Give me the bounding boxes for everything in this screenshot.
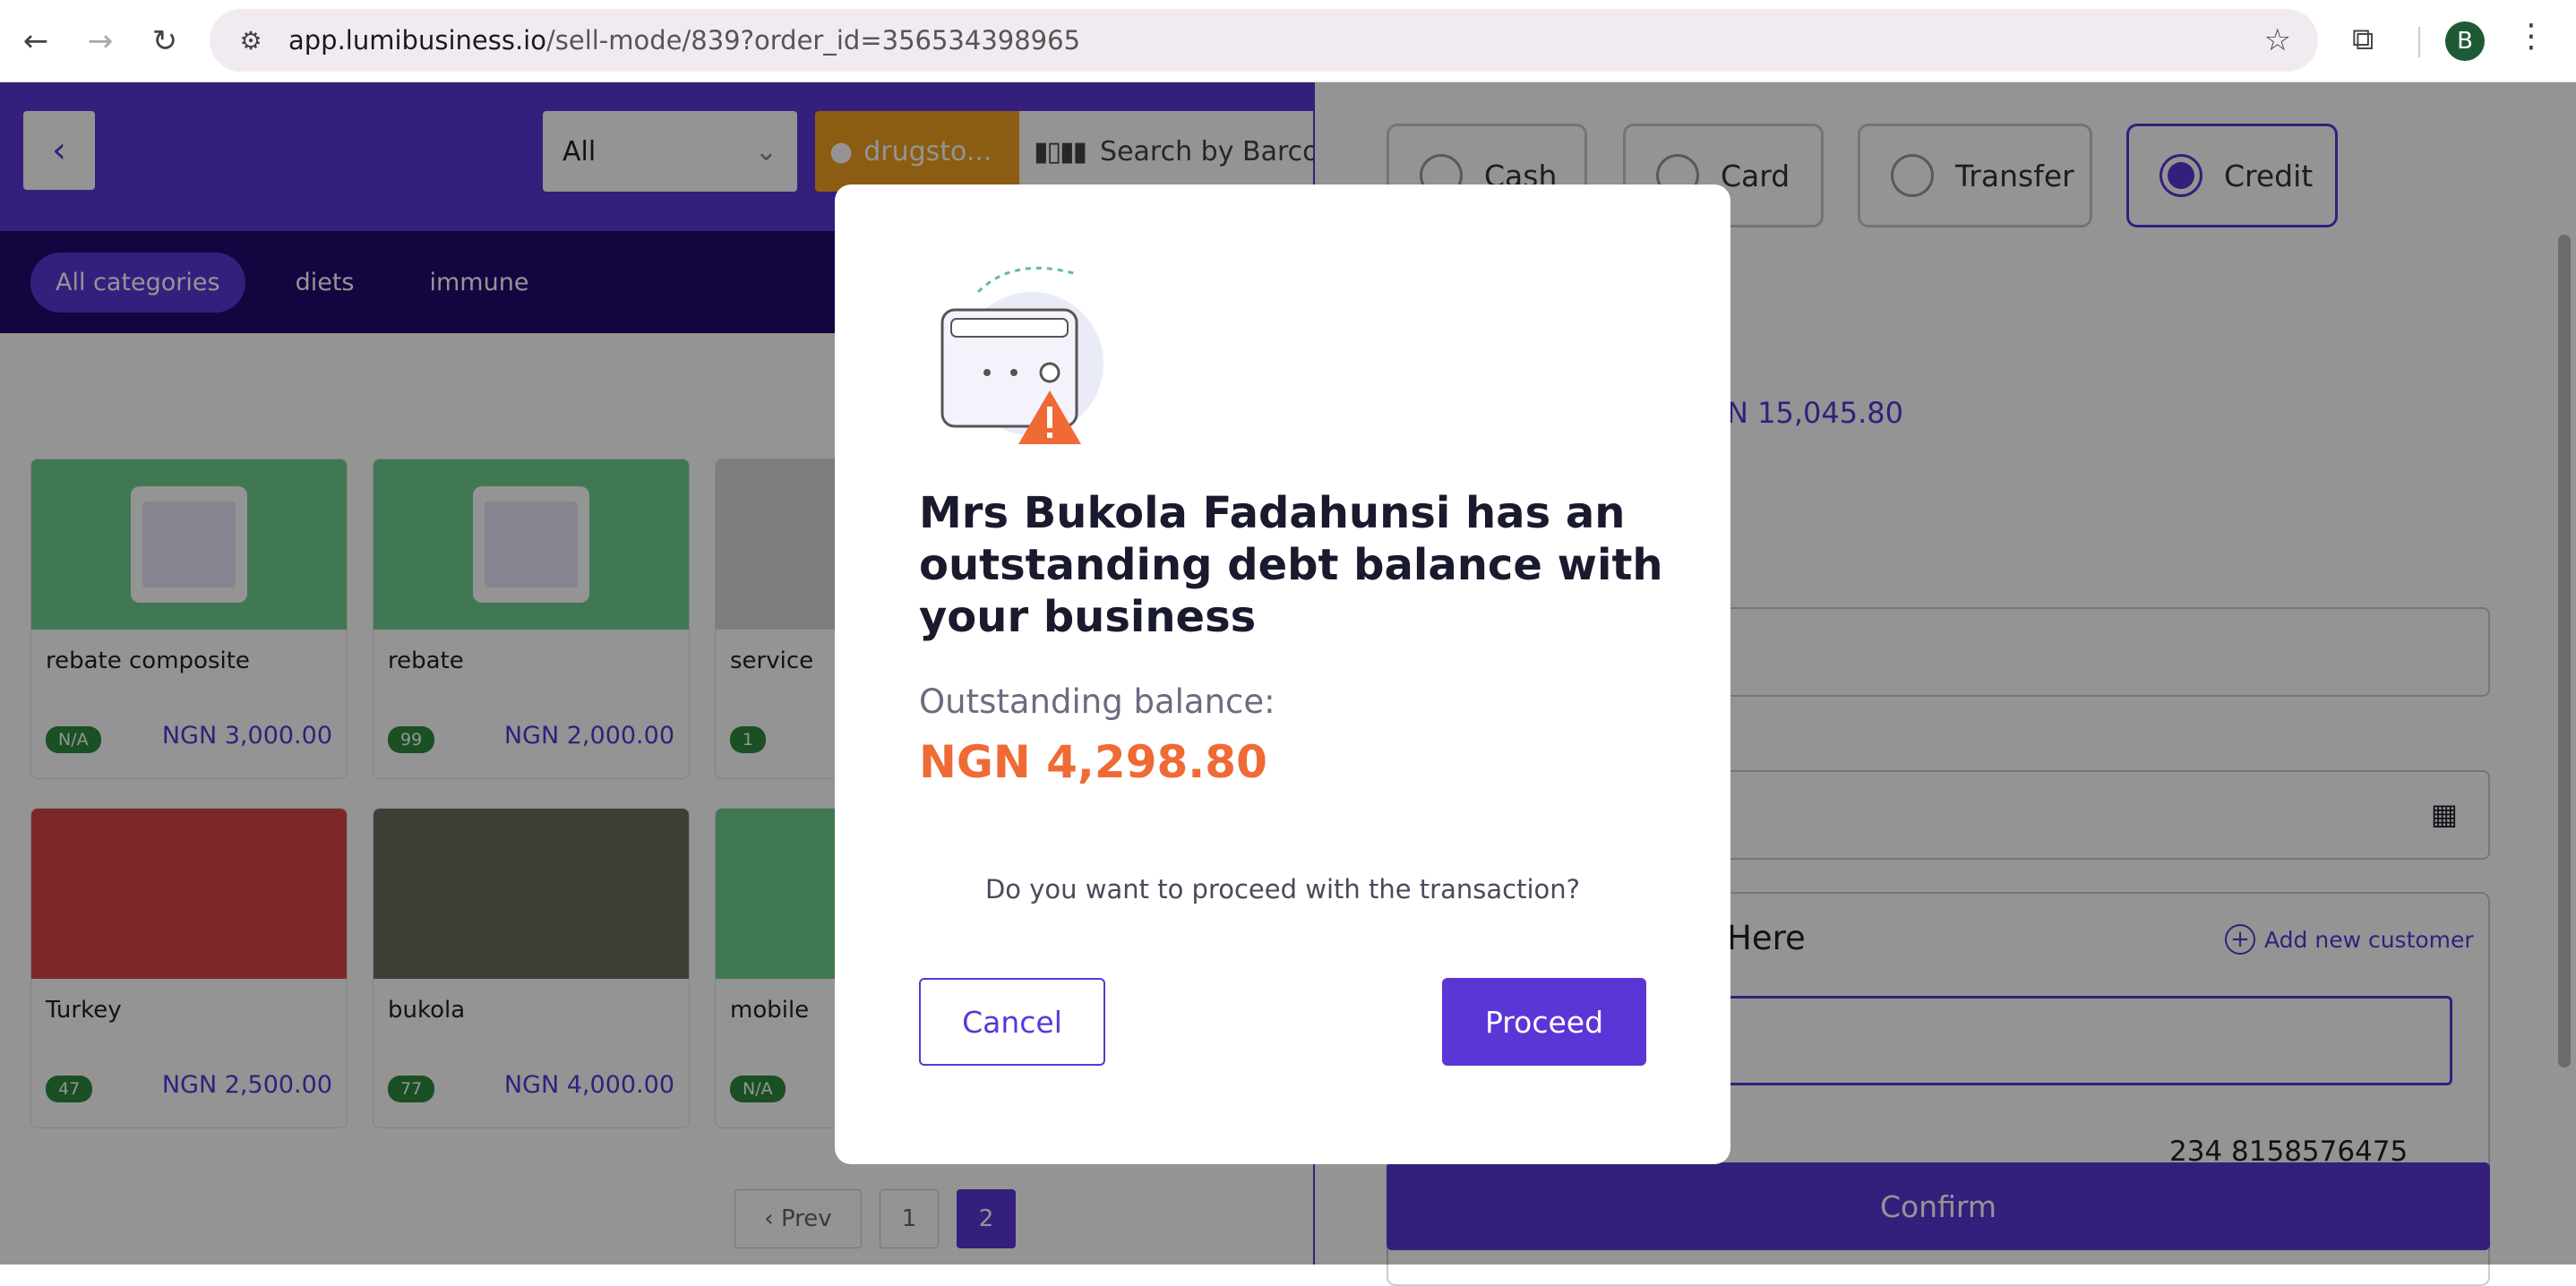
forward-arrow-icon[interactable]: →: [81, 21, 120, 61]
profile-avatar[interactable]: B: [2445, 21, 2485, 61]
bookmark-star-icon[interactable]: ☆: [2264, 22, 2291, 58]
proceed-question: Do you want to proceed with the transact…: [984, 874, 1581, 904]
debt-warning-modal: Mrs Bukola Fadahunsi has an outstanding …: [835, 184, 1730, 1164]
wallet-warning-icon: [940, 266, 1103, 444]
outstanding-balance-label: Outstanding balance:: [919, 682, 1275, 721]
address-bar[interactable]: ⚙ app.lumibusiness.io/sell-mode/839?orde…: [210, 9, 2318, 72]
extensions-icon[interactable]: ⧉: [2352, 21, 2374, 57]
proceed-button[interactable]: Proceed: [1442, 978, 1646, 1066]
browser-menu-icon[interactable]: ⋮: [2515, 18, 2547, 55]
browser-toolbar: ← → ↻ ⚙ app.lumibusiness.io/sell-mode/83…: [0, 0, 2576, 82]
toolbar-divider: [2418, 27, 2420, 57]
outstanding-balance-value: NGN 4,298.80: [919, 736, 1267, 788]
cancel-button[interactable]: Cancel: [919, 978, 1105, 1066]
back-arrow-icon[interactable]: ←: [16, 21, 56, 61]
reload-icon[interactable]: ↻: [145, 21, 185, 61]
url-text: app.lumibusiness.io/sell-mode/839?order_…: [288, 25, 1081, 56]
site-settings-icon[interactable]: ⚙: [224, 26, 278, 56]
modal-title: Mrs Bukola Fadahunsi has an outstanding …: [919, 488, 1663, 642]
